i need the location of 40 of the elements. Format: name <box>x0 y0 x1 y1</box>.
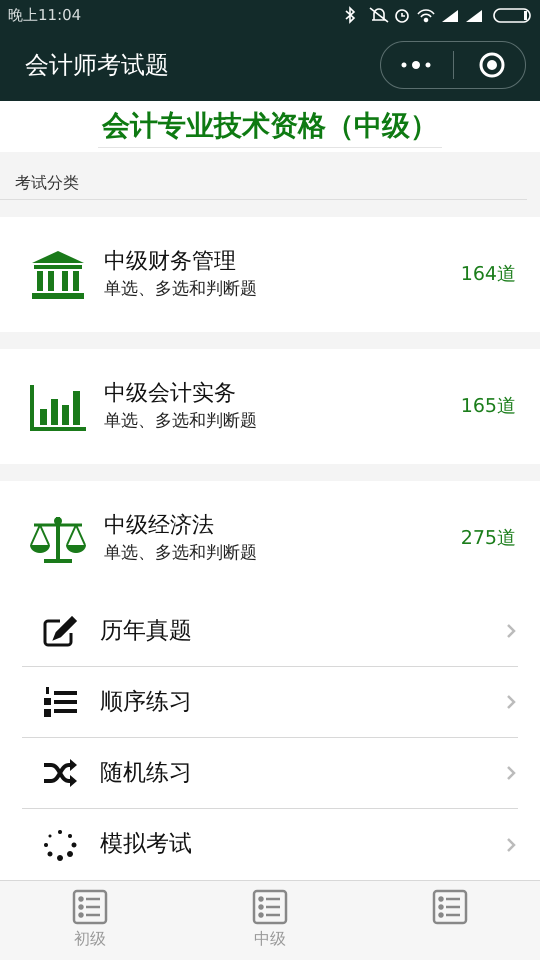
menu-label: 历年真题 <box>100 616 193 646</box>
chevron-icon <box>506 694 516 710</box>
subject-title: 中级会计实务 <box>104 380 237 408</box>
menu-item[interactable]: 模拟考试 <box>22 809 518 880</box>
menu-label: 顺序练习 <box>100 688 193 717</box>
tab-label: 中级 <box>254 928 286 950</box>
subject-subtitle: 单选、多选和判断题 <box>104 410 258 433</box>
question-count: 165道 <box>460 394 516 420</box>
chevron-icon <box>506 765 516 782</box>
menu-label: 随机练习 <box>100 758 193 788</box>
menu-item[interactable]: 顺序练习 <box>22 667 518 738</box>
chevron-icon <box>506 836 516 853</box>
subject-card[interactable]: 中级会计实务 单选、多选和判断题 165道 <box>0 349 540 464</box>
menu-label: 模拟考试 <box>100 830 193 860</box>
subject-subtitle: 单选、多选和判断题 <box>104 542 258 565</box>
subject-card[interactable]: 中级经济法 单选、多选和判断题 275道 历年真题 顺序练习 随机练习 模拟考试 <box>0 481 540 880</box>
subject-card[interactable]: 中级财务管理 单选、多选和判断题 164道 <box>0 217 540 332</box>
menu-item[interactable]: 随机练习 <box>22 738 518 810</box>
close-icon[interactable] <box>478 51 506 80</box>
subject-title: 中级经济法 <box>104 512 215 540</box>
app-title: 会计师考试题 <box>25 50 169 82</box>
numbered-list-icon <box>42 686 78 718</box>
tab-label: 初级 <box>74 928 106 950</box>
loading-icon <box>42 828 78 861</box>
list-icon <box>252 889 288 926</box>
edit-icon <box>42 615 78 648</box>
list-icon <box>72 889 108 926</box>
subject-subtitle: 单选、多选和判断题 <box>104 278 258 301</box>
section-title: 考试分类 <box>0 171 527 200</box>
shuffle-icon <box>42 757 78 790</box>
question-count: 164道 <box>460 262 516 288</box>
subject-title: 中级财务管理 <box>104 248 237 276</box>
question-count: 275道 <box>460 526 516 552</box>
capsule-menu[interactable] <box>380 41 526 90</box>
status-time: 晚上11:04 <box>8 4 82 26</box>
banner-title: 会计专业技术资格（中级） <box>98 104 442 148</box>
chevron-icon <box>506 623 516 640</box>
list-icon <box>432 889 468 926</box>
more-icon[interactable] <box>401 60 431 70</box>
menu-item[interactable]: 历年真题 <box>22 596 518 668</box>
